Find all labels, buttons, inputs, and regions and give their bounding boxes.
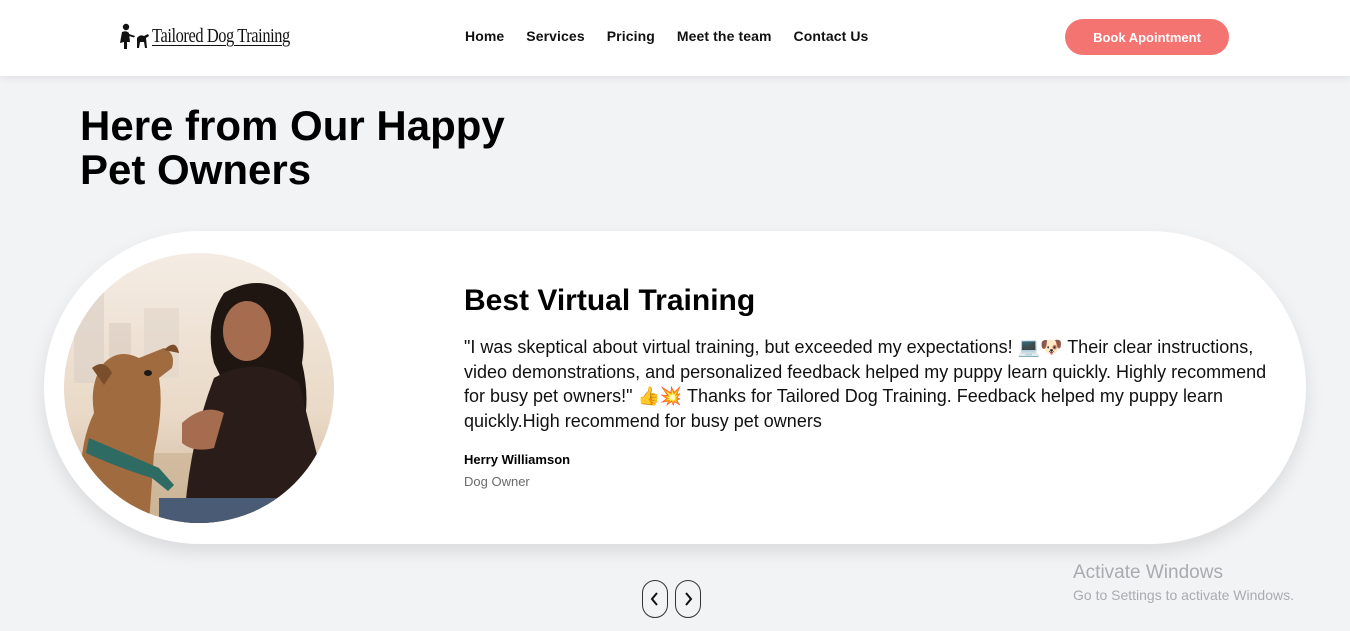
testimonial-author: Herry Williamson — [464, 452, 571, 467]
chevron-right-icon — [685, 592, 693, 606]
dog-trainer-silhouette-icon — [120, 23, 149, 49]
section-heading: Here from Our Happy Pet Owners — [80, 104, 600, 192]
nav-home[interactable]: Home — [465, 28, 504, 44]
testimonial-role: Dog Owner — [464, 474, 530, 489]
laptop-dog-emoji-icon: 💻🐶 — [1017, 337, 1063, 357]
book-appointment-button[interactable]: Book Apointment — [1065, 19, 1229, 55]
thumbs-up-sparkle-emoji-icon: 👍💥 — [637, 386, 683, 407]
quote-text-1: "I was skeptical about virtual training,… — [464, 337, 1018, 357]
windows-activation-subtitle: Go to Settings to activate Windows. — [1073, 587, 1294, 603]
testimonial-quote: "I was skeptical about virtual training,… — [464, 335, 1284, 433]
carousel-next-button[interactable] — [675, 580, 701, 618]
top-navbar: Tailored Dog Training Home Services Pric… — [0, 0, 1350, 76]
nav-meet-the-team[interactable]: Meet the team — [677, 28, 772, 44]
main-nav: Home Services Pricing Meet the team Cont… — [465, 28, 890, 44]
chevron-left-icon — [650, 592, 658, 606]
carousel-prev-button[interactable] — [642, 580, 668, 618]
brand-logo[interactable]: Tailored Dog Training — [118, 20, 320, 52]
brand-name: Tailored Dog Training — [152, 24, 290, 47]
nav-pricing[interactable]: Pricing — [607, 28, 655, 44]
testimonial-title: Best Virtual Training — [464, 284, 756, 317]
nav-services[interactable]: Services — [526, 28, 584, 44]
nav-contact-us[interactable]: Contact Us — [794, 28, 869, 44]
heading-line-2: Pet Owners — [80, 146, 312, 193]
woman-petting-dog-photo — [64, 253, 334, 523]
windows-activation-title: Activate Windows — [1073, 562, 1223, 583]
heading-line-1: Here from Our Happy — [80, 102, 505, 149]
